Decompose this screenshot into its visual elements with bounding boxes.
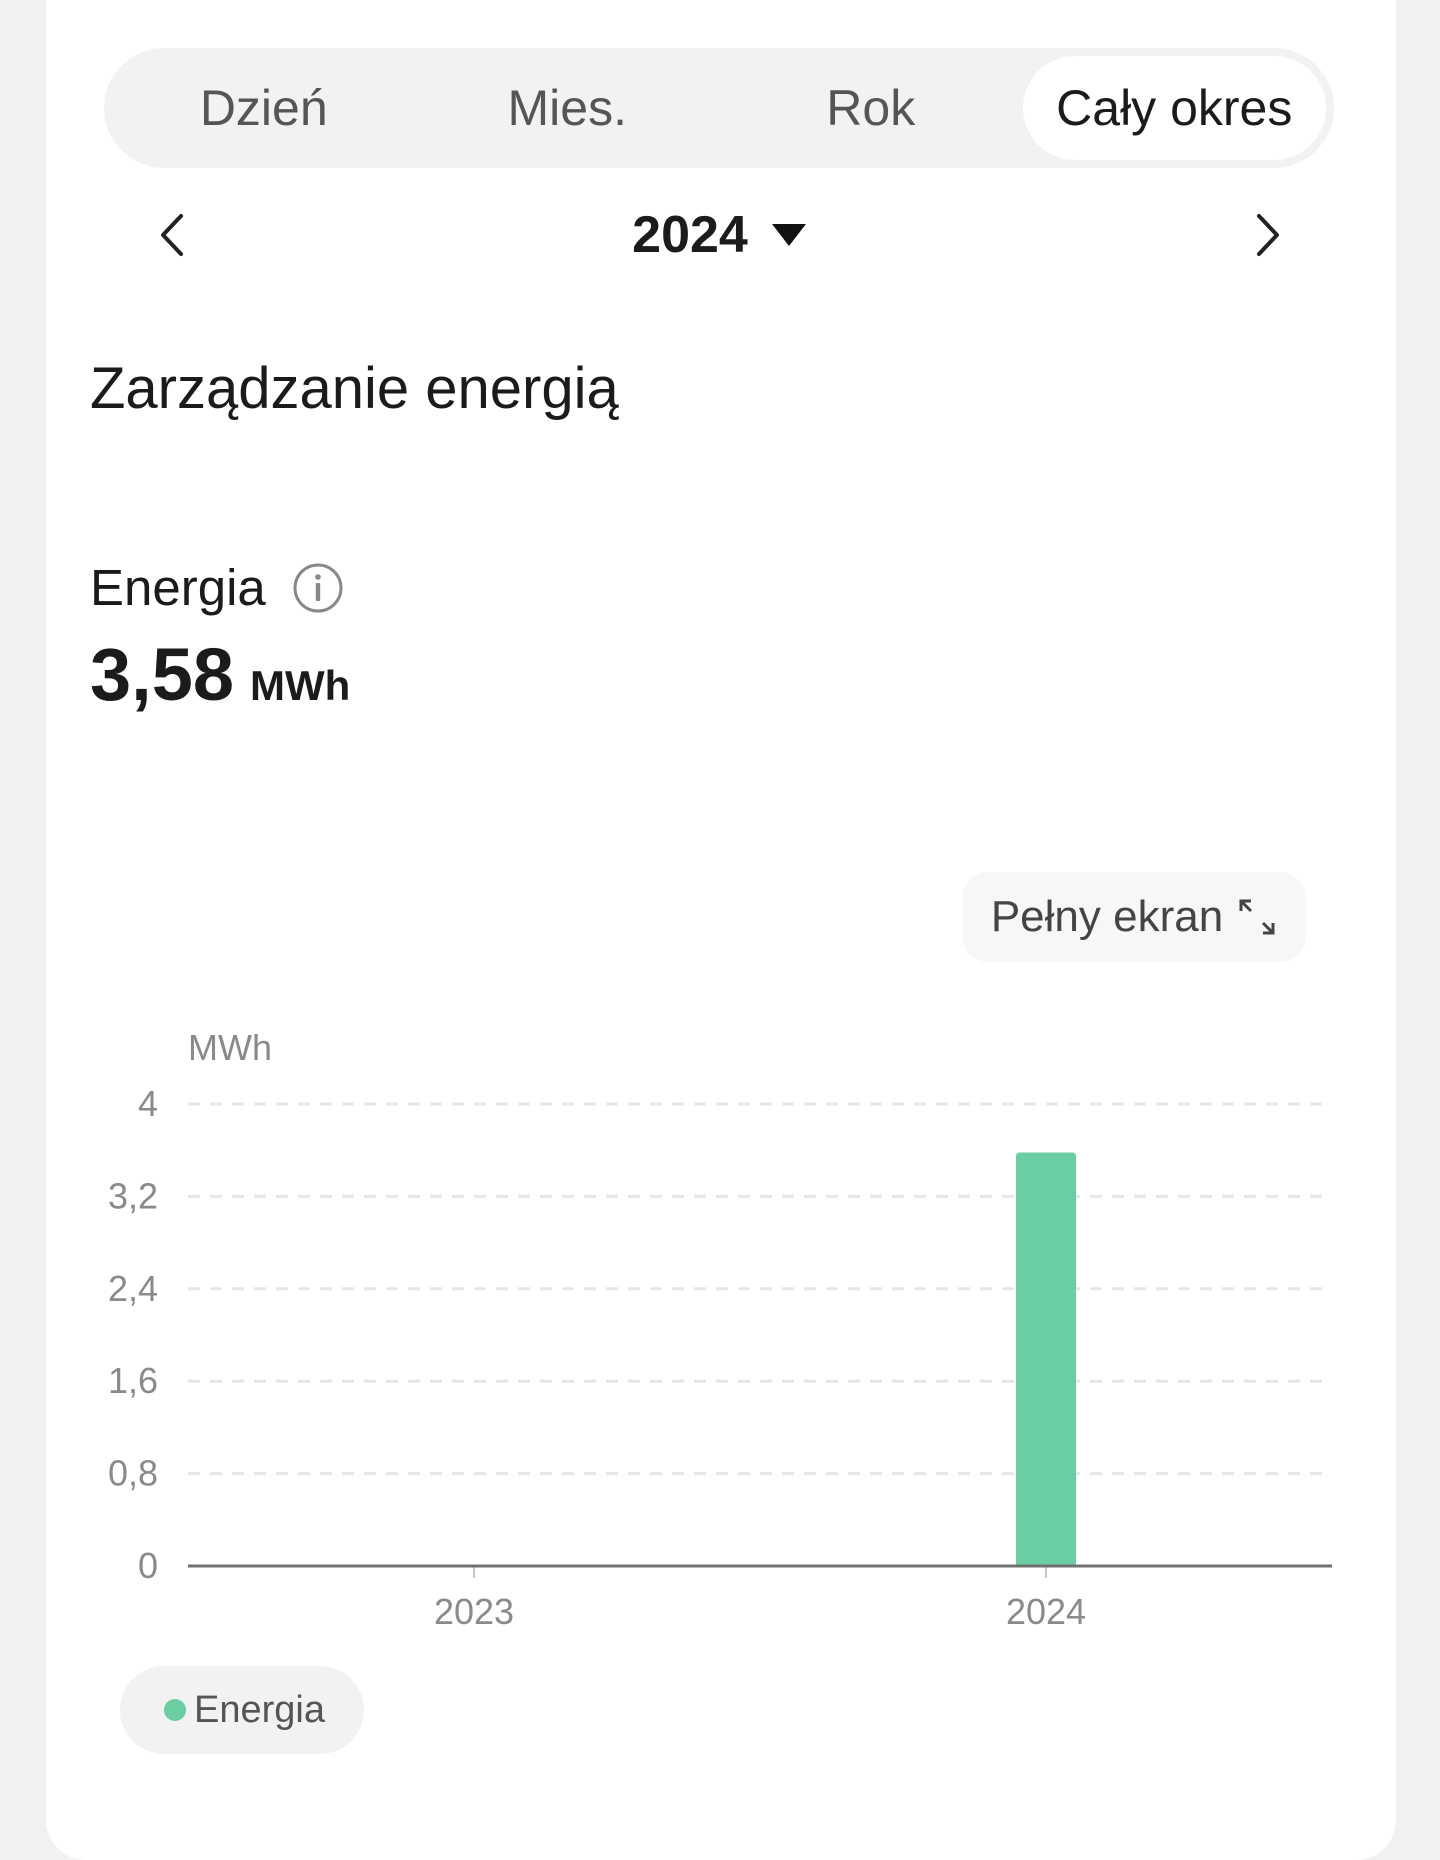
info-icon[interactable] (292, 562, 344, 614)
caret-down-icon (771, 224, 806, 246)
fullscreen-label: Pełny ekran (990, 892, 1224, 941)
y-tick-label: 4 (138, 1083, 158, 1124)
y-tick-label: 0 (138, 1545, 158, 1586)
y-unit-label: MWh (188, 1027, 272, 1068)
bar-2024 (1016, 1152, 1076, 1566)
previous-period-button[interactable] (142, 205, 202, 265)
y-tick-label: 1,6 (108, 1360, 158, 1401)
energy-unit: MWh (250, 662, 351, 709)
energy-value: 3,58 (90, 633, 235, 716)
period-tabs: Dzień Mies. Rok Cały okres (104, 48, 1334, 168)
energy-label-row: Energia (90, 558, 344, 617)
section-title: Zarządzanie energią (90, 356, 619, 421)
legend-energia[interactable]: Energia (120, 1666, 364, 1754)
x-tick-label: 2024 (1006, 1591, 1086, 1632)
fullscreen-button[interactable]: Pełny ekran (962, 872, 1306, 962)
chevron-right-icon (1257, 214, 1279, 256)
tab-month[interactable]: Mies. (416, 56, 720, 160)
year-label: 2024 (632, 206, 748, 264)
year-picker[interactable]: 2024 (600, 200, 840, 270)
legend-label: Energia (194, 1688, 325, 1731)
energy-bar-chart: MWh 0 0,8 1,6 2,4 3,2 4 2023 2024 (108, 1027, 1332, 1632)
expand-icon (1239, 899, 1275, 935)
y-tick-label: 3,2 (108, 1175, 158, 1216)
tab-day[interactable]: Dzień (112, 56, 416, 160)
chevron-left-icon (161, 214, 183, 256)
next-period-button[interactable] (1238, 205, 1298, 265)
x-tick-label: 2023 (434, 1591, 514, 1632)
legend-swatch (164, 1699, 186, 1721)
y-tick-label: 2,4 (108, 1268, 158, 1309)
energy-total: 3,58 MWh (90, 632, 350, 717)
y-tick-label: 0,8 (108, 1453, 158, 1494)
tab-all-time[interactable]: Cały okres (1022, 56, 1326, 160)
energy-label: Energia (90, 559, 266, 616)
tab-year[interactable]: Rok (719, 56, 1023, 160)
